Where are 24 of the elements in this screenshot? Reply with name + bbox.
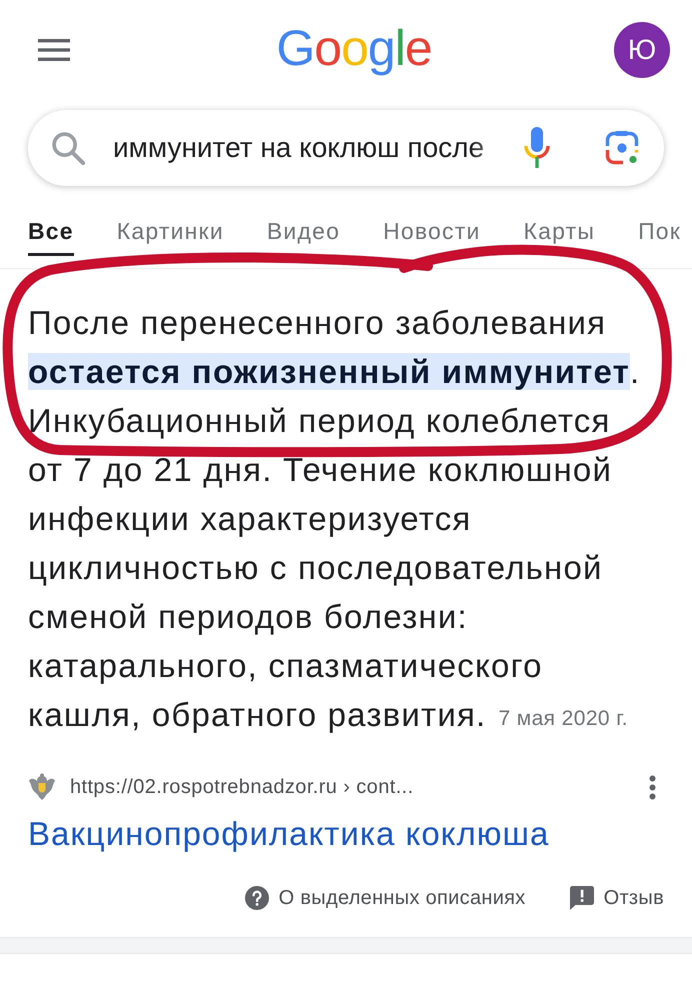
search-tab[interactable]: Картинки <box>116 208 224 256</box>
search-tab[interactable]: Все <box>28 208 74 256</box>
more-options-icon[interactable] <box>649 774 656 800</box>
source-url: https://02.rospotrebnadzor.ru › cont... <box>70 776 415 798</box>
about-snippets-button[interactable]: О выделенных описаниях <box>244 886 526 910</box>
help-icon <box>244 886 269 910</box>
search-tab[interactable]: Пок <box>638 208 682 256</box>
menu-icon[interactable] <box>38 39 70 61</box>
search-tab[interactable]: Карты <box>524 208 596 256</box>
emblem-icon <box>28 773 56 801</box>
google-logo[interactable]: Google <box>276 23 432 77</box>
search-tab[interactable]: Новости <box>383 208 481 256</box>
snippet-date: 7 мая 2020 г. <box>498 707 628 730</box>
feedback-button[interactable]: Отзыв <box>570 886 664 910</box>
account-button[interactable]: Ю <box>614 22 670 78</box>
result-title-link[interactable]: Вакцинопрофилактика коклюша <box>28 814 550 854</box>
microphone-icon <box>524 126 550 170</box>
camera-search-button[interactable] <box>604 130 640 166</box>
voice-search-button[interactable] <box>524 126 550 170</box>
feedback-icon <box>570 886 594 910</box>
camera-icon <box>604 130 640 166</box>
search-tab[interactable]: Видео <box>266 208 340 256</box>
search-icon <box>52 132 85 164</box>
search-field[interactable]: иммунитет на коклюш после <box>113 128 502 168</box>
